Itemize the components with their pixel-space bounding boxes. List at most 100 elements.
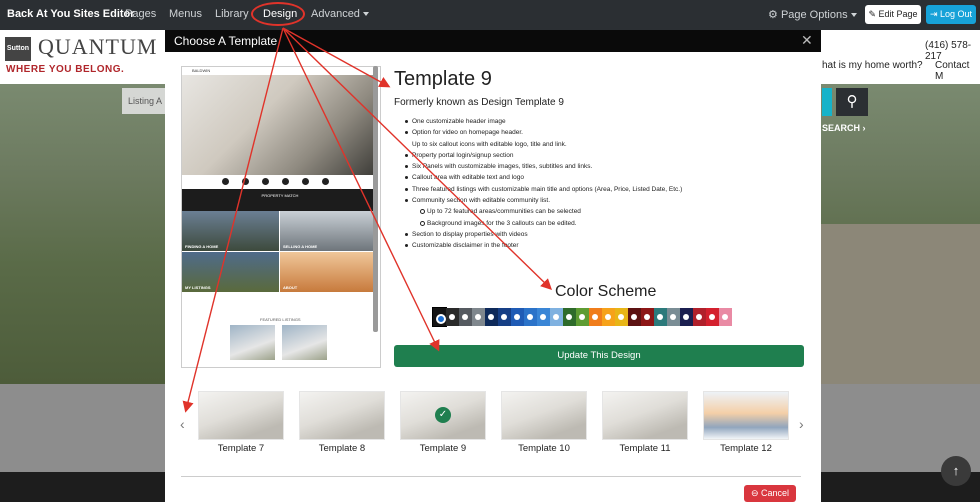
color-swatch[interactable] [511, 308, 524, 326]
nav-home-worth[interactable]: hat is my home worth? [822, 60, 923, 71]
preview-tile: FINDING A HOME [182, 211, 279, 251]
color-swatch[interactable] [641, 308, 654, 326]
color-swatch[interactable] [446, 308, 459, 326]
chevron-right-icon: › [862, 123, 866, 133]
feature-item: Customizable disclaimer in the footer [401, 240, 806, 251]
color-scheme-title: Color Scheme [555, 283, 657, 300]
preview-scrollbar[interactable] [373, 66, 378, 332]
preview-callout-icons [182, 175, 378, 189]
page-options-menu[interactable]: ⚙ Page Options [768, 8, 857, 21]
log-out-button[interactable]: ⇥ Log Out [926, 5, 976, 24]
color-swatch[interactable] [550, 308, 563, 326]
template-preview: BALDWIN PROPERTY MATCH FINDING A HOME SE… [181, 66, 381, 368]
nav-pages[interactable]: Pages [125, 8, 156, 20]
preview-tile-label: FINDING A HOME [185, 244, 219, 249]
color-swatch[interactable] [576, 308, 589, 326]
cancel-button[interactable]: ⊖ Cancel [744, 485, 796, 502]
color-swatch[interactable] [485, 308, 498, 326]
preview-logo: BALDWIN [192, 68, 211, 73]
preview-tile-label: ABOUT [283, 285, 298, 290]
preview-featured-listing [230, 325, 275, 360]
editor-brand[interactable]: Back At You Sites Editor [7, 8, 135, 20]
color-swatch[interactable] [680, 308, 693, 326]
color-swatch[interactable] [498, 308, 511, 326]
feature-item: Up to six callout icons with editable lo… [412, 140, 567, 148]
thumbnail-label: Template 9 [419, 443, 467, 454]
color-swatch[interactable] [589, 308, 602, 326]
color-swatch[interactable] [667, 308, 680, 326]
feature-item: Background images for the 3 callouts can… [401, 218, 806, 229]
edit-icon: ✎ [868, 9, 876, 19]
color-swatch[interactable] [432, 307, 447, 327]
editor-navbar: Back At You Sites Editor Pages Menus Lib… [0, 0, 980, 30]
preview-tile: SELLING A HOME [280, 211, 377, 251]
thumbnail-label: Template 11 [619, 443, 671, 454]
site-tagline: WHERE YOU BELONG. [6, 64, 125, 75]
feature-item: Up to 72 featured areas/communities can … [401, 206, 806, 217]
preview-tile-label: SELLING A HOME [283, 244, 318, 249]
preview-bottom [182, 331, 378, 367]
template-thumbnail[interactable]: Template 8 [299, 391, 385, 457]
search-link[interactable]: SEARCH › [822, 123, 866, 133]
template-thumbnail[interactable]: Template 10 [501, 391, 587, 457]
nav-menus[interactable]: Menus [169, 8, 202, 20]
preview-icon [262, 178, 269, 185]
search-button[interactable]: ⚲ [836, 88, 868, 116]
color-swatch[interactable] [472, 308, 485, 326]
cancel-label: Cancel [761, 488, 790, 498]
template-thumbnail[interactable]: Template 7 [198, 391, 284, 457]
preview-topbar: BALDWIN [182, 67, 378, 75]
preview-featured-title: FEATURED LISTINGS [260, 317, 301, 322]
thumbnail-label: Template 12 [720, 443, 772, 454]
chevron-left-icon[interactable]: ‹ [180, 416, 185, 432]
chevron-down-icon [850, 13, 857, 18]
edit-page-label: Edit Page [878, 9, 918, 19]
preview-tile-label: MY LISTINGS [185, 285, 211, 290]
preview-icon [282, 178, 289, 185]
close-icon[interactable]: ✕ [801, 32, 813, 49]
chevron-down-icon [362, 12, 369, 17]
color-swatch[interactable] [524, 308, 537, 326]
template-thumbnail[interactable]: Template 12 [703, 391, 789, 457]
thumbnail-label: Template 7 [217, 443, 265, 454]
listing-search-input[interactable]: Listing A [122, 88, 167, 114]
color-swatch[interactable] [563, 308, 576, 326]
update-design-button[interactable]: Update This Design [394, 345, 804, 367]
nav-contact[interactable]: Contact M [935, 60, 980, 82]
nav-library[interactable]: Library [215, 8, 249, 20]
page-options-label: Page Options [780, 9, 848, 21]
color-swatch[interactable] [602, 308, 615, 326]
preview-property-banner: PROPERTY MATCH [182, 189, 378, 211]
thumbnail-image [703, 391, 789, 440]
search-accent [822, 88, 832, 116]
logout-icon: ⇥ [929, 9, 938, 19]
color-swatch[interactable] [615, 308, 628, 326]
modal-title: Choose A Template [174, 34, 278, 48]
thumbnail-label: Template 8 [318, 443, 366, 454]
modal-header: Choose A Template ✕ [165, 30, 821, 52]
nav-advanced[interactable]: Advanced [311, 8, 369, 20]
template-thumbnail[interactable]: Template 11 [602, 391, 688, 457]
color-swatch[interactable] [706, 308, 719, 326]
color-swatch[interactable] [537, 308, 550, 326]
preview-hero-image [182, 75, 378, 175]
color-swatch[interactable] [719, 308, 732, 326]
feature-item: Option for video on homepage header. [401, 127, 806, 138]
sutton-logo: Sutton [5, 37, 31, 61]
feature-item: Section to display properties with video… [401, 229, 806, 240]
color-swatch[interactable] [628, 308, 641, 326]
chevron-right-icon[interactable]: › [799, 416, 804, 432]
quantum-logo: QUANTUM [38, 34, 158, 59]
preview-featured-listing [282, 325, 327, 360]
modal-divider [181, 476, 801, 477]
edit-page-button[interactable]: ✎ Edit Page [865, 5, 921, 24]
feature-item: Property portal login/signup section [401, 150, 806, 161]
feature-list: One customizable header image Option for … [401, 116, 806, 252]
color-swatch[interactable] [693, 308, 706, 326]
color-swatch[interactable] [459, 308, 472, 326]
color-swatch[interactable] [654, 308, 667, 326]
preview-icon [242, 178, 249, 185]
template-thumbnail[interactable]: ✓ Template 9 [400, 391, 486, 457]
site-phone[interactable]: (416) 578-217 [925, 40, 980, 62]
scroll-top-button[interactable]: ↑ [941, 456, 971, 486]
